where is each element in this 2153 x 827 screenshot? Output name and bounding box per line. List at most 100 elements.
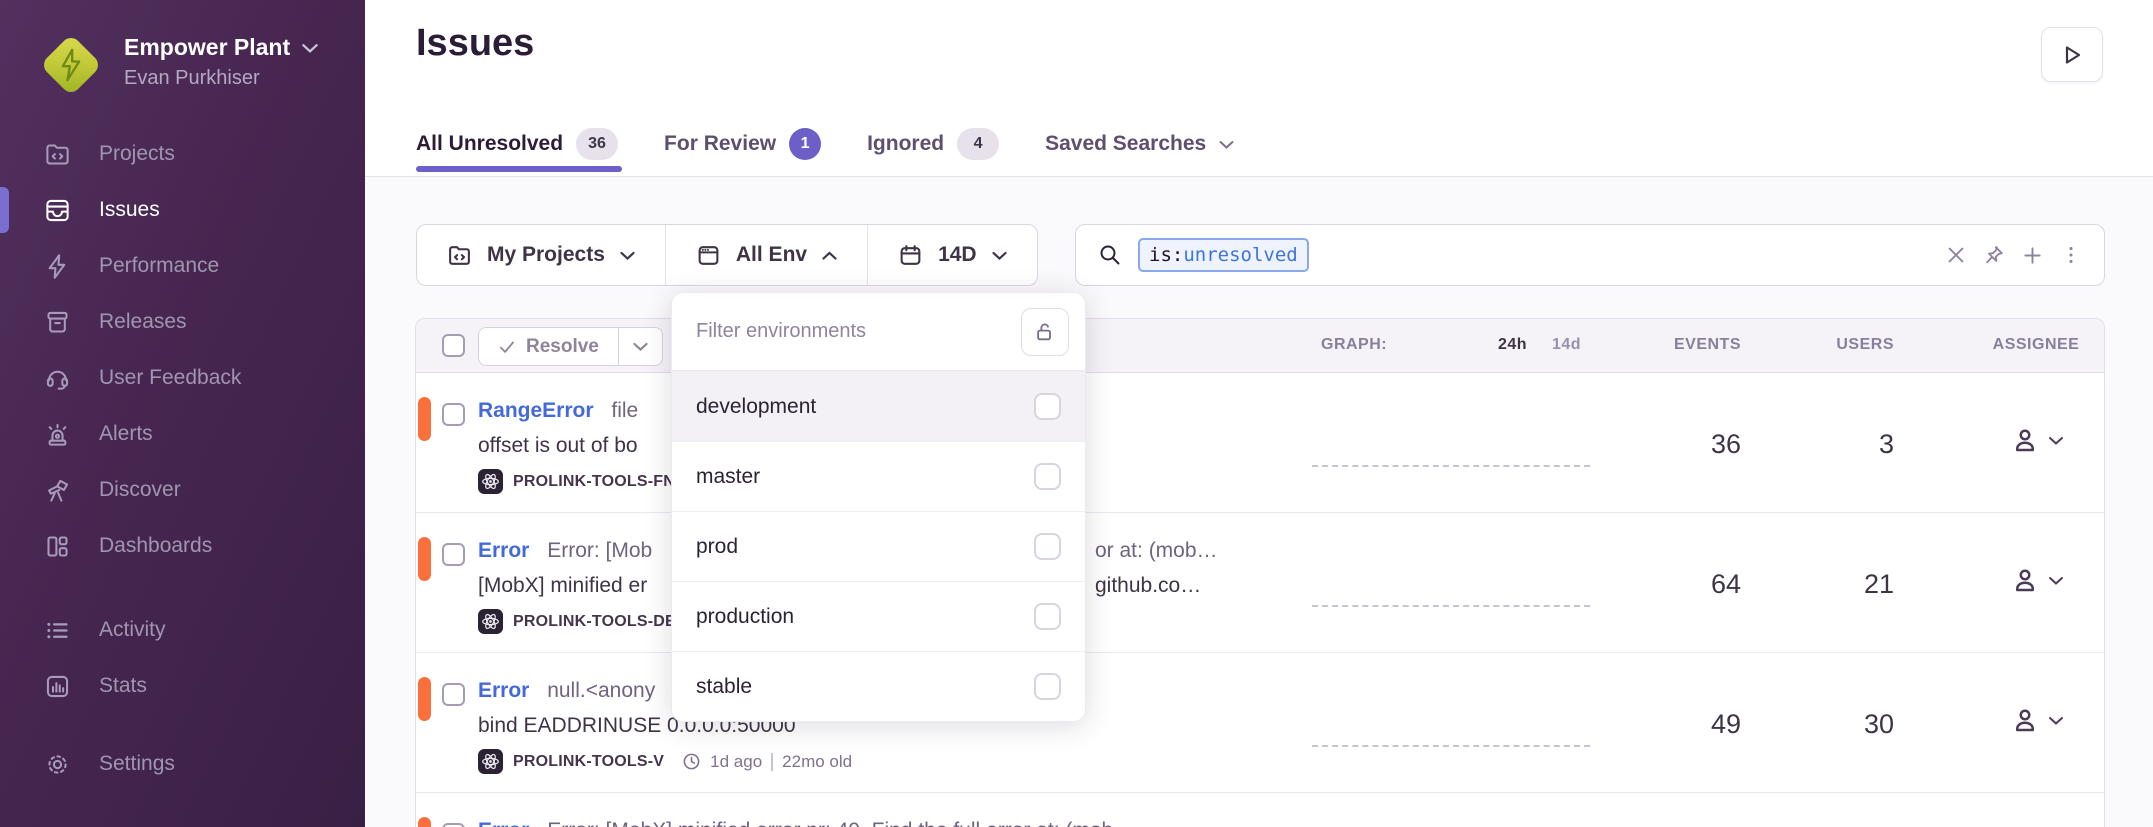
issue-checkbox[interactable] — [442, 543, 465, 566]
issue-checkbox[interactable] — [442, 823, 465, 827]
pin-icon — [1983, 244, 2005, 266]
sidebar-item-issues[interactable]: Issues — [0, 182, 365, 238]
search-icon — [1098, 243, 1122, 267]
close-icon — [1945, 244, 1967, 266]
issue-search-bar[interactable]: is:unresolved — [1075, 224, 2105, 286]
sidebar-item-releases[interactable]: Releases — [0, 294, 365, 350]
environment-dropdown: development master prod production stabl… — [671, 292, 1086, 722]
assignee-selector[interactable] — [1971, 425, 2101, 455]
tab-label: For Review — [664, 132, 776, 156]
resolve-dropdown-button[interactable] — [618, 328, 662, 365]
sidebar-item-alerts[interactable]: Alerts — [0, 406, 365, 462]
last-seen: 1d ago — [710, 752, 762, 772]
assignee-selector[interactable] — [1971, 705, 2101, 735]
issue-title-link[interactable]: Error — [478, 539, 529, 562]
sidebar-item-stats[interactable]: Stats — [0, 658, 365, 714]
env-option-master[interactable]: master — [672, 441, 1085, 511]
tab-label: Ignored — [867, 132, 944, 156]
assignee-selector[interactable] — [1971, 565, 2101, 595]
project-slug[interactable]: PROLINK-TOOLS-DE — [513, 613, 676, 631]
sidebar-item-label: Discover — [99, 478, 181, 502]
sidebar-item-projects[interactable]: Projects — [0, 126, 365, 182]
tab-label: Saved Searches — [1045, 132, 1206, 156]
project-slug[interactable]: PROLINK-TOOLS-FN — [513, 473, 675, 491]
select-all-checkbox[interactable] — [442, 334, 465, 357]
tab-saved-searches[interactable]: Saved Searches — [1045, 132, 1234, 156]
sidebar-item-settings[interactable]: Settings — [0, 736, 365, 792]
env-option-stable[interactable]: stable — [672, 651, 1085, 721]
sidebar-item-activity[interactable]: Activity — [0, 602, 365, 658]
issue-checkbox[interactable] — [442, 403, 465, 426]
issue-checkbox[interactable] — [442, 683, 465, 706]
env-option-checkbox[interactable] — [1034, 463, 1061, 490]
issue-culprit: file — [611, 399, 638, 422]
tab-all-unresolved[interactable]: All Unresolved 36 — [416, 128, 618, 160]
chevron-down-icon — [992, 251, 1007, 260]
replay-button[interactable] — [2041, 27, 2103, 82]
sidebar-item-label: Stats — [99, 674, 147, 698]
sidebar-item-discover[interactable]: Discover — [0, 462, 365, 518]
issue-title-link[interactable]: RangeError — [478, 399, 594, 422]
project-slug[interactable]: PROLINK-TOOLS-V — [513, 753, 664, 771]
graph-range-24h[interactable]: 24h — [1498, 336, 1527, 354]
env-option-checkbox[interactable] — [1034, 393, 1061, 420]
tab-ignored[interactable]: Ignored 4 — [867, 128, 999, 160]
lock-environments-button[interactable] — [1021, 308, 1069, 356]
date-range-button[interactable]: 14D — [867, 225, 1037, 285]
app-root: Empower Plant Evan Purkhiser Projects Is… — [0, 0, 2153, 827]
env-option-label: stable — [696, 675, 752, 699]
chevron-down-icon — [2049, 436, 2063, 445]
issue-title-link[interactable]: Error — [478, 679, 529, 702]
sidebar-item-label: Settings — [99, 752, 175, 776]
events-count: 36 — [1616, 429, 1741, 460]
tab-label: All Unresolved — [416, 132, 563, 156]
resolve-button[interactable]: Resolve — [479, 328, 618, 365]
column-assignee: ASSIGNEE — [1956, 336, 2116, 354]
search-token[interactable]: is:unresolved — [1138, 238, 1309, 272]
env-option-checkbox[interactable] — [1034, 533, 1061, 560]
env-option-production[interactable]: production — [672, 581, 1085, 651]
graph-range-14d[interactable]: 14d — [1552, 336, 1581, 354]
sidebar-item-label: Releases — [99, 310, 187, 334]
user-icon — [2010, 565, 2040, 595]
tab-for-review[interactable]: For Review 1 — [664, 128, 821, 160]
electron-platform-icon — [478, 609, 503, 634]
pin-search-button[interactable] — [1983, 244, 2005, 266]
sidebar-item-label: User Feedback — [99, 366, 241, 390]
environment-filter-button[interactable]: All Env — [665, 225, 867, 285]
org-switcher[interactable]: Empower Plant Evan Purkhiser — [0, 0, 365, 96]
env-option-checkbox[interactable] — [1034, 673, 1061, 700]
env-option-checkbox[interactable] — [1034, 603, 1061, 630]
sidebar-item-user-feedback[interactable]: User Feedback — [0, 350, 365, 406]
calendar-icon — [898, 243, 923, 268]
telescope-icon — [44, 476, 72, 504]
project-filter-button[interactable]: My Projects — [417, 225, 665, 285]
sidebar-item-performance[interactable]: Performance — [0, 238, 365, 294]
create-saved-search-button[interactable] — [2021, 244, 2044, 267]
issue-title-link[interactable]: Error — [478, 819, 529, 827]
sidebar-item-dashboards[interactable]: Dashboards — [0, 518, 365, 574]
column-users: USERS — [1776, 336, 1894, 354]
play-icon — [2060, 43, 2084, 67]
tab-count-badge: 1 — [789, 128, 821, 160]
clear-search-button[interactable] — [1945, 244, 1967, 266]
chevron-down-icon — [620, 251, 635, 260]
sidebar-item-label: Dashboards — [99, 534, 212, 558]
env-option-label: master — [696, 465, 760, 489]
sidebar-item-label: Activity — [99, 618, 166, 642]
sidebar-item-label: Alerts — [99, 422, 153, 446]
search-options-button[interactable] — [2060, 244, 2082, 266]
users-count: 3 — [1776, 429, 1894, 460]
electron-platform-icon — [478, 469, 503, 494]
environment-filter-input[interactable] — [696, 320, 1009, 343]
issue-message: offset is out of bo — [478, 434, 638, 458]
env-option-prod[interactable]: prod — [672, 511, 1085, 581]
sidebar-nav: Projects Issues Performance Releases — [0, 126, 365, 792]
env-option-development[interactable]: development — [672, 371, 1085, 441]
sidebar-item-label: Projects — [99, 142, 175, 166]
org-logo-icon — [40, 34, 102, 96]
sparkline-placeholder — [1312, 605, 1590, 607]
unlock-icon — [1034, 321, 1056, 343]
activity-list-icon — [44, 616, 72, 644]
issue-row: RangeError file offset is out of bo PROL… — [416, 373, 2104, 513]
